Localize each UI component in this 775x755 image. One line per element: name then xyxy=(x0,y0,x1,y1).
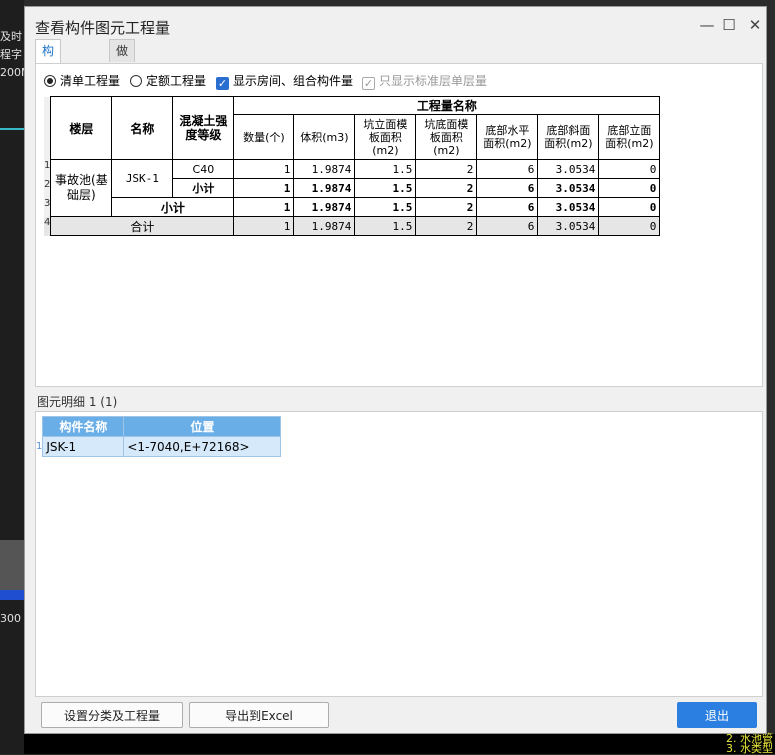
col-header-name[interactable]: 名称 xyxy=(111,96,174,160)
detail-panel: 构件名称 位置 1 JSK-1 <1-7040,E+72168> xyxy=(35,411,763,697)
cell-position[interactable]: <1-7040,E+72168> xyxy=(123,436,282,457)
dialog-title: 查看构件图元工程量 xyxy=(35,19,171,37)
cell-value[interactable]: 2 xyxy=(415,216,478,236)
tab-component-quantity[interactable]: 构件工程量 xyxy=(35,39,62,146)
col-header-component-name[interactable]: 构件名称 xyxy=(42,416,125,437)
quantity-dialog: 查看构件图元工程量 — ☐ ✕ 构件工程量 做法工程量 清单工程量 定额工程量 … xyxy=(24,6,767,734)
background-text: 程字 xyxy=(0,48,22,61)
col-header-grade[interactable]: 混凝土强度等级 xyxy=(172,96,235,160)
cell-value[interactable]: 1.9874 xyxy=(293,216,356,236)
cell-value[interactable]: 6 xyxy=(476,178,539,198)
cell-value[interactable]: 2 xyxy=(415,159,478,179)
col-header-pit-bottom-formwork[interactable]: 坑底面模板面积(m2) xyxy=(415,114,478,160)
radio-label: 定额工程量 xyxy=(146,74,207,88)
table-row[interactable]: 1 JSK-1 <1-7040,E+72168> xyxy=(36,436,282,457)
cell-value[interactable]: 0 xyxy=(598,197,661,217)
radio-label: 清单工程量 xyxy=(60,74,121,88)
background-block xyxy=(0,540,24,590)
row-number-header xyxy=(44,96,51,160)
cell-value[interactable]: 1 xyxy=(233,159,295,179)
row-number-header xyxy=(36,416,43,437)
cell-total-label[interactable]: 合计 xyxy=(50,216,235,236)
minimize-button[interactable]: — xyxy=(697,15,717,35)
checkbox-label: 显示房间、组合构件量 xyxy=(233,74,354,88)
col-header-floor[interactable]: 楼层 xyxy=(50,96,113,160)
cell-value[interactable]: 2 xyxy=(415,178,478,198)
cell-grade[interactable]: C40 xyxy=(172,159,235,179)
cell-value[interactable]: 1 xyxy=(233,178,295,198)
background-line xyxy=(0,128,24,130)
radio-icon xyxy=(130,75,142,87)
col-header-position[interactable]: 位置 xyxy=(123,416,282,437)
radio-bill-quantity[interactable]: 清单工程量 xyxy=(44,72,120,90)
close-button[interactable]: ✕ xyxy=(745,15,765,35)
col-header-count[interactable]: 数量(个) xyxy=(233,114,295,160)
row-number: 4 xyxy=(44,216,51,236)
exit-button[interactable]: 退出 xyxy=(677,702,757,728)
background-left-area: 及时 程字 200M 300 xyxy=(0,0,24,754)
col-header-volume[interactable]: 体积(m3) xyxy=(293,114,356,160)
cell-name[interactable]: JSK-1 xyxy=(111,159,174,198)
cell-value[interactable]: 6 xyxy=(476,197,539,217)
cell-value[interactable]: 6 xyxy=(476,216,539,236)
checkbox-label: 只显示标准层单层量 xyxy=(379,74,488,88)
cell-value[interactable]: 3.0534 xyxy=(537,197,600,217)
cell-value[interactable]: 1.5 xyxy=(354,159,417,179)
col-header-bottom-slope[interactable]: 底部斜面面积(m2) xyxy=(537,114,600,160)
cell-value[interactable]: 0 xyxy=(598,178,661,198)
cell-value[interactable]: 1.9874 xyxy=(293,197,356,217)
check-std-floor[interactable]: ✓ 只显示标准层单层量 xyxy=(362,72,487,90)
col-header-pit-side-formwork[interactable]: 坑立面模板面积(m2) xyxy=(354,114,417,160)
detail-section-label: 图元明细 1 (1) xyxy=(37,395,118,409)
quantity-table: 楼层 名称 混凝土强度等级 工程量名称 数量(个) 体积(m3) 坑立面模板面积… xyxy=(44,96,661,236)
cell-component-name[interactable]: JSK-1 xyxy=(42,436,125,457)
cell-value[interactable]: 1.9874 xyxy=(293,178,356,198)
col-header-bottom-vertical[interactable]: 底部立面面积(m2) xyxy=(598,114,661,160)
cell-value[interactable]: 3.0534 xyxy=(537,178,600,198)
col-header-group: 工程量名称 xyxy=(233,96,661,115)
row-number: 3 xyxy=(44,197,51,217)
quantity-panel: 清单工程量 定额工程量 ✓ 显示房间、组合构件量 ✓ 只显示标准层单层量 楼层 名称… xyxy=(35,63,763,387)
background-text: 及时 xyxy=(0,30,22,43)
tab-method-quantity[interactable]: 做法工程量 xyxy=(109,39,136,146)
background-text: 300 xyxy=(0,612,21,625)
cell-value[interactable]: 0 xyxy=(598,159,661,179)
cell-value[interactable]: 1.5 xyxy=(354,178,417,198)
cell-grade[interactable]: 小计 xyxy=(172,178,235,198)
row-number: 1 xyxy=(44,159,51,179)
cell-value[interactable]: 2 xyxy=(415,197,478,217)
col-header-bottom-horizontal[interactable]: 底部水平面积(m2) xyxy=(476,114,539,160)
settings-button[interactable]: 设置分类及工程量 xyxy=(41,702,183,728)
cell-value[interactable]: 1.5 xyxy=(354,216,417,236)
cell-value[interactable]: 1 xyxy=(233,197,295,217)
cell-value[interactable]: 6 xyxy=(476,159,539,179)
maximize-button[interactable]: ☐ xyxy=(719,15,739,35)
check-show-rooms[interactable]: ✓ 显示房间、组合构件量 xyxy=(216,72,353,90)
background-bottom-area: 2. 水池管 3. 水类型 xyxy=(24,733,775,755)
table-row[interactable]: 1 事故池(基础层) JSK-1 C40 1 1.9874 1.5 2 6 3.… xyxy=(44,159,661,217)
background-block xyxy=(0,590,24,600)
cell-floor[interactable]: 事故池(基础层) xyxy=(50,159,113,217)
cell-value[interactable]: 1.5 xyxy=(354,197,417,217)
row-number: 2 xyxy=(44,178,51,198)
radio-selected-icon xyxy=(44,75,56,87)
table-row[interactable]: 3 小计 1 1.9874 1.5 2 6 3.0534 0 xyxy=(44,197,661,217)
background-text: 2. 水池管 3. 水类型 xyxy=(726,733,773,755)
row-number: 1 xyxy=(36,436,43,457)
radio-quota-quantity[interactable]: 定额工程量 xyxy=(130,72,206,90)
cell-value[interactable]: 3.0534 xyxy=(537,216,600,236)
detail-table: 构件名称 位置 1 JSK-1 <1-7040,E+72168> xyxy=(36,416,282,457)
checkbox-disabled-icon: ✓ xyxy=(362,77,375,90)
cell-value[interactable]: 1.9874 xyxy=(293,159,356,179)
background-text-line: 3. 水类型 xyxy=(726,742,773,755)
cell-value[interactable]: 1 xyxy=(233,216,295,236)
checkbox-checked-icon: ✓ xyxy=(216,77,229,90)
table-row[interactable]: 4 合计 1 1.9874 1.5 2 6 3.0534 0 xyxy=(44,216,661,236)
background-text: 200M xyxy=(0,66,24,79)
cell-subtotal-label[interactable]: 小计 xyxy=(111,197,235,217)
cell-value[interactable]: 0 xyxy=(598,216,661,236)
cell-value[interactable]: 3.0534 xyxy=(537,159,600,179)
export-excel-button[interactable]: 导出到Excel xyxy=(189,702,329,728)
